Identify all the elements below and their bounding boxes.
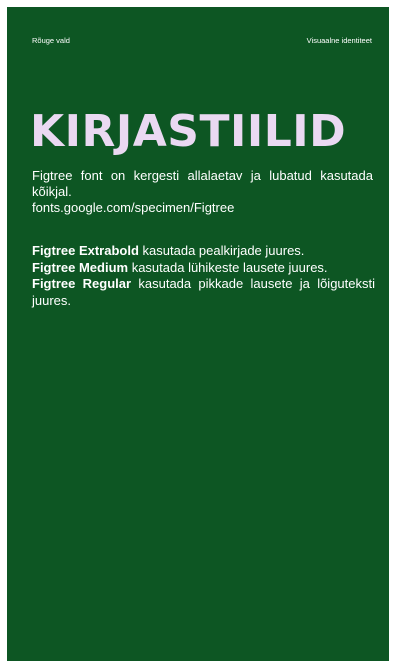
usage-line-medium: Figtree Medium kasutada lühikeste lauset… xyxy=(32,260,375,277)
font-name-medium: Figtree Medium xyxy=(32,259,129,275)
header-section-title: Visuaalne identiteet xyxy=(306,36,372,45)
font-usage-list: Figtree Extrabold kasutada pealkirjade j… xyxy=(32,243,375,309)
font-name-regular: Figtree Regular xyxy=(32,276,132,291)
intro-paragraph: Figtree font on kergesti allalaetav ja l… xyxy=(32,168,373,216)
font-link[interactable]: fonts.google.com/specimen/Figtree xyxy=(32,200,373,216)
font-name-extrabold: Figtree Extrabold xyxy=(32,243,139,258)
usage-line-extrabold: Figtree Extrabold kasutada pealkirjade j… xyxy=(32,243,375,260)
usage-desc-medium: kasutada lühikeste lausete juures. xyxy=(128,259,328,275)
page-title: KIRJASTIILID xyxy=(30,106,347,157)
usage-desc-extrabold: kasutada pealkirjade juures. xyxy=(138,243,305,258)
page: Rõuge vald Visuaalne identiteet KIRJASTI… xyxy=(7,7,389,661)
header-municipality: Rõuge vald xyxy=(32,36,70,45)
usage-line-regular: Figtree Regular kasutada pikkade lausete… xyxy=(32,276,375,309)
intro-text: Figtree font on kergesti allalaetav ja l… xyxy=(32,168,373,199)
